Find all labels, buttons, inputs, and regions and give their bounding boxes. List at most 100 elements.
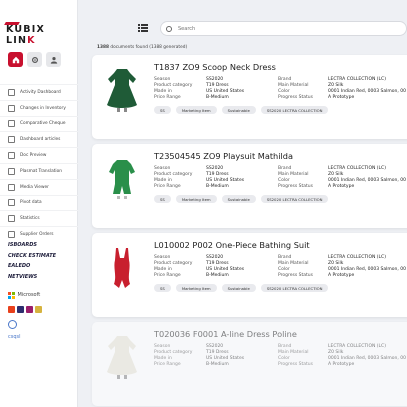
sidebar-item[interactable]: Doc Preview bbox=[0, 147, 78, 163]
attribute-key: Progress Status bbox=[278, 183, 313, 189]
app-icon-2[interactable] bbox=[17, 305, 24, 313]
attribute-key: Season bbox=[154, 343, 171, 349]
product-card[interactable]: L010002 P002 One-Piece Bathing Suit Seaso… bbox=[92, 233, 407, 317]
product-thumbnail[interactable] bbox=[102, 332, 142, 382]
product-card[interactable]: T1837 ZO9 Scoop Neck Dress Season SS2020 Br… bbox=[92, 55, 407, 139]
product-thumbnail[interactable] bbox=[102, 154, 142, 204]
attribute-key: Product category bbox=[154, 82, 193, 88]
sidebar-item[interactable]: Statistics bbox=[0, 210, 78, 226]
user-button[interactable] bbox=[46, 52, 61, 67]
attribute-value: B-Medium bbox=[206, 183, 229, 189]
attribute-key: Color bbox=[278, 355, 290, 361]
attribute-value: LECTRA COLLECTION (LC) bbox=[328, 165, 386, 171]
sidebar-item[interactable]: Dashboard articles bbox=[0, 131, 78, 147]
gear-icon bbox=[31, 56, 38, 63]
attribute-key: Brand bbox=[278, 254, 292, 260]
attribute-row: Product category T19 Dress Main Material Z0… bbox=[154, 260, 407, 266]
product-title[interactable]: T020036 F0001 A-line Dress Poline bbox=[154, 329, 297, 339]
tag-chip[interactable]: SS bbox=[154, 284, 171, 292]
sidebar-item[interactable]: Media Viewer bbox=[0, 178, 78, 195]
product-thumbnail[interactable] bbox=[102, 65, 142, 115]
sidebar-item-label: Comparative Cheque bbox=[20, 121, 66, 127]
attribute-row: Made in US United States Color 0001 Indian … bbox=[154, 88, 407, 94]
footer-text: csqsl bbox=[8, 333, 21, 340]
attribute-row: Season SS2020 Brand LECTRA COLLECTION (LC) bbox=[154, 165, 407, 171]
sidebar-item[interactable]: Comparative Cheque bbox=[0, 115, 78, 132]
tag-chip[interactable]: Marketing Item bbox=[175, 195, 217, 203]
adobe-icon[interactable] bbox=[8, 305, 15, 313]
settings-button[interactable] bbox=[27, 52, 42, 67]
app-icons-row bbox=[8, 305, 42, 313]
tag-chip[interactable]: SS bbox=[154, 106, 171, 114]
attribute-value: US United States bbox=[206, 177, 245, 183]
tag-chip[interactable]: Sustainable bbox=[221, 195, 256, 203]
sidebar-item[interactable]: Changes in Inventory bbox=[0, 99, 78, 116]
app-icon-3[interactable] bbox=[26, 305, 33, 313]
home-button[interactable] bbox=[8, 52, 23, 67]
attribute-value: US United States bbox=[206, 355, 245, 361]
tag-chip[interactable]: Sustainable bbox=[221, 106, 256, 114]
attribute-value: A Prototype bbox=[328, 272, 355, 278]
tag-chip[interactable]: Sustainable bbox=[221, 284, 256, 292]
attribute-row: Made in US United States Color 0001 Indian … bbox=[154, 266, 407, 272]
attribute-key: Main Material bbox=[278, 171, 309, 177]
results-number: 1388 bbox=[97, 45, 109, 50]
sidebar-item-label: Media Viewer bbox=[20, 184, 49, 190]
link-isboards[interactable]: ISBOARDS bbox=[8, 240, 56, 251]
attribute-value: Z0 Silk bbox=[328, 82, 344, 88]
app-logo[interactable]: KUBIX LINK bbox=[6, 24, 77, 46]
tag-chip[interactable]: SS2020 LECTRA COLLECTION bbox=[260, 284, 329, 292]
tag-chip[interactable]: Marketing Item bbox=[175, 106, 217, 114]
nav-item-icon bbox=[8, 231, 15, 239]
product-thumbnail[interactable] bbox=[102, 243, 142, 293]
search-icon bbox=[166, 25, 172, 32]
microsoft-link[interactable]: Microsoft bbox=[8, 292, 42, 299]
product-title[interactable]: L010002 P002 One-Piece Bathing Suit bbox=[154, 240, 310, 250]
link-netviews[interactable]: NETVIEWS bbox=[8, 272, 56, 283]
attribute-value: 0001 Indian Red, 0003 Salmon, 00 bbox=[328, 88, 406, 94]
attribute-key: Price Range bbox=[154, 183, 181, 189]
attribute-row: Product category T19 Dress Main Material Z0… bbox=[154, 82, 407, 88]
globe-icon[interactable] bbox=[8, 319, 17, 329]
sidebar-item[interactable]: Pivot data bbox=[0, 194, 78, 211]
attribute-row: Season SS2020 Brand LECTRA COLLECTION (LC) bbox=[154, 343, 407, 349]
attribute-key: Made in bbox=[154, 88, 172, 94]
logo-text: KUBIX LIN bbox=[6, 24, 46, 46]
menu-icon[interactable] bbox=[138, 24, 148, 32]
attribute-key: Season bbox=[154, 165, 171, 171]
tag-list: SS Marketing Item Sustainable SS2020 LECTRA… bbox=[154, 106, 329, 114]
attribute-value: 0001 Indian Red, 0003 Salmon, 00 bbox=[328, 177, 406, 183]
attribute-key: Progress Status bbox=[278, 272, 313, 278]
tag-chip[interactable]: SS bbox=[154, 195, 171, 203]
product-card[interactable]: T020036 F0001 A-line Dress Poline Season S… bbox=[92, 322, 407, 406]
search-bar[interactable] bbox=[160, 21, 407, 36]
nav-item-icon bbox=[8, 120, 15, 128]
product-attributes: Season SS2020 Brand LECTRA COLLECTION (LC) P… bbox=[154, 343, 407, 367]
product-attributes: Season SS2020 Brand LECTRA COLLECTION (LC) P… bbox=[154, 76, 407, 100]
app-icon-4[interactable] bbox=[35, 305, 42, 313]
link-check-estimate[interactable]: CHECK ESTIMATE bbox=[8, 251, 56, 262]
link-ealedo[interactable]: EALEDO bbox=[8, 261, 56, 272]
attribute-row: Price Range B-Medium Progress Status A Prot… bbox=[154, 94, 407, 100]
sidebar-item[interactable]: Activity Dashboard bbox=[0, 84, 78, 100]
sidebar-item-label: Changes in Inventory bbox=[20, 105, 66, 111]
app-root: KUBIX LINK Activity Dashboard Changes in … bbox=[0, 0, 407, 407]
attribute-row: Product category T19 Dress Main Material Z0… bbox=[154, 349, 407, 355]
sidebar-item[interactable]: Plasmat Translation bbox=[0, 162, 78, 179]
product-title[interactable]: T23504545 ZO9 Playsuit Mathilda bbox=[154, 151, 293, 161]
attribute-row: Made in US United States Color 0001 Indian … bbox=[154, 355, 407, 361]
product-card[interactable]: T23504545 ZO9 Playsuit Mathilda Season SS2… bbox=[92, 144, 407, 228]
search-input[interactable] bbox=[178, 25, 378, 32]
nav-item-icon bbox=[8, 136, 15, 144]
attribute-value: SS2020 bbox=[206, 76, 224, 82]
tag-chip[interactable]: Marketing Item bbox=[175, 284, 217, 292]
attribute-value: SS2020 bbox=[206, 343, 224, 349]
attribute-value: T19 Dress bbox=[206, 171, 229, 177]
attribute-value: 0001 Indian Red, 0003 Salmon, 00 bbox=[328, 266, 406, 272]
sidebar-item-label: Activity Dashboard bbox=[20, 89, 61, 95]
nav-item-icon bbox=[8, 183, 15, 191]
product-title[interactable]: T1837 ZO9 Scoop Neck Dress bbox=[154, 62, 276, 72]
tag-chip[interactable]: SS2020 LECTRA COLLECTION bbox=[260, 195, 329, 203]
attribute-key: Season bbox=[154, 76, 171, 82]
tag-chip[interactable]: SS2020 LECTRA COLLECTION bbox=[260, 106, 329, 114]
